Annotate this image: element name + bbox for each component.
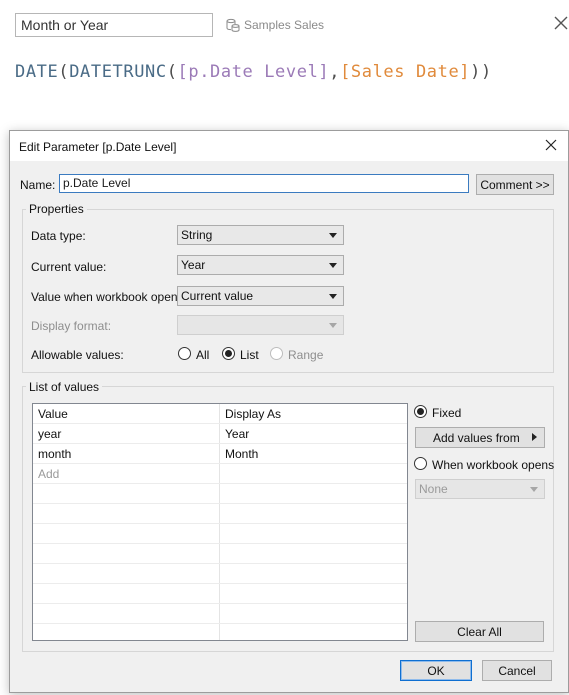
calculation-formula[interactable]: DATE(DATETRUNC([p.Date Level],[Sales Dat…: [15, 62, 492, 82]
workbook-opens-label: Value when workbook opens:: [31, 290, 187, 304]
add-placeholder[interactable]: Add: [38, 467, 59, 481]
add-values-from-label: Add values from: [433, 430, 520, 445]
column-header-value[interactable]: Value: [38, 407, 68, 421]
chevron-down-icon: [530, 487, 538, 492]
formula-token-field: [Sales Date]: [340, 62, 471, 82]
allowable-values-label: Allowable values:: [31, 348, 124, 362]
workbook-opens-dropdown[interactable]: Current value: [177, 286, 344, 306]
display-as-cell[interactable]: Year: [225, 427, 249, 441]
allowable-all-radio[interactable]: [178, 347, 191, 360]
datasource-indicator: Samples Sales: [225, 16, 324, 34]
value-cell[interactable]: year: [38, 427, 61, 441]
value-cell[interactable]: month: [38, 447, 71, 461]
formula-token-fn: DATETRUNC: [69, 62, 167, 82]
parameter-name-input[interactable]: p.Date Level: [59, 174, 469, 193]
chevron-down-icon: [329, 263, 337, 268]
table-row[interactable]: year Year: [33, 424, 407, 444]
empty-row: [33, 504, 407, 524]
data-type-label: Data type:: [31, 229, 86, 243]
dialog-title: Edit Parameter [p.Date Level]: [19, 140, 177, 154]
current-value-dropdown[interactable]: Year: [177, 255, 344, 275]
add-values-from-button[interactable]: Add values from: [415, 427, 545, 448]
ok-button[interactable]: OK: [400, 660, 472, 681]
allowable-all-label: All: [196, 348, 210, 362]
datasource-label: Samples Sales: [244, 18, 325, 32]
clear-all-button[interactable]: Clear All: [415, 621, 544, 642]
allowable-range-label: Range: [288, 348, 324, 362]
chevron-down-icon: [329, 233, 337, 238]
allowable-range-radio: [270, 347, 283, 360]
column-header-display-as[interactable]: Display As: [225, 407, 281, 421]
when-workbook-opens-label: When workbook opens: [432, 458, 555, 472]
formula-token-fn: DATE: [15, 62, 59, 82]
add-row[interactable]: Add: [33, 464, 407, 484]
chevron-down-icon: [329, 294, 337, 299]
values-table[interactable]: Value Display As year Year month Month A…: [32, 403, 408, 641]
allowable-list-radio[interactable]: [222, 347, 235, 360]
current-value-label: Current value:: [31, 260, 107, 274]
name-label: Name:: [20, 178, 56, 192]
data-type-dropdown[interactable]: String: [177, 225, 344, 245]
formula-token-paren: ,: [329, 62, 341, 82]
properties-group-title: Properties: [26, 202, 87, 216]
formula-token-paren: (: [58, 62, 70, 82]
empty-row: [33, 524, 407, 544]
empty-row: [33, 584, 407, 604]
datasource-icon: [226, 18, 240, 32]
display-as-cell[interactable]: Month: [225, 447, 258, 461]
when-workbook-opens-radio[interactable]: [414, 457, 427, 470]
close-icon[interactable]: [552, 14, 569, 32]
display-format-label: Display format:: [31, 319, 112, 333]
chevron-down-icon: [329, 323, 337, 328]
calculation-name-input[interactable]: Month or Year: [15, 13, 213, 37]
empty-row: [33, 604, 407, 624]
cancel-button[interactable]: Cancel: [482, 660, 552, 681]
empty-row: [33, 564, 407, 584]
formula-token-paren: (: [166, 62, 178, 82]
calculation-editor: Month or Year Samples Sales DATE(DATETRU…: [0, 0, 569, 130]
data-type-value: String: [181, 228, 213, 242]
formula-token-param: [p.Date Level]: [177, 62, 330, 82]
dialog-titlebar: Edit Parameter [p.Date Level]: [10, 131, 568, 161]
when-opens-value: None: [419, 482, 448, 496]
close-icon[interactable]: [544, 138, 558, 152]
list-of-values-title: List of values: [26, 380, 103, 394]
fixed-radio[interactable]: [414, 405, 427, 418]
fixed-label: Fixed: [432, 406, 462, 420]
formula-token-paren: )): [470, 62, 492, 82]
empty-row: [33, 544, 407, 564]
table-row[interactable]: month Month: [33, 444, 407, 464]
empty-row: [33, 484, 407, 504]
display-format-dropdown: [177, 315, 344, 335]
table-header-row: Value Display As: [33, 404, 407, 424]
edit-parameter-dialog: Edit Parameter [p.Date Level] Name: p.Da…: [9, 130, 569, 693]
comment-button[interactable]: Comment >>: [476, 174, 554, 195]
workbook-opens-value: Current value: [181, 289, 254, 303]
chevron-right-icon: [532, 433, 537, 441]
current-value-value: Year: [181, 258, 206, 272]
when-opens-dropdown: None: [415, 479, 545, 499]
allowable-list-label: List: [240, 348, 259, 362]
